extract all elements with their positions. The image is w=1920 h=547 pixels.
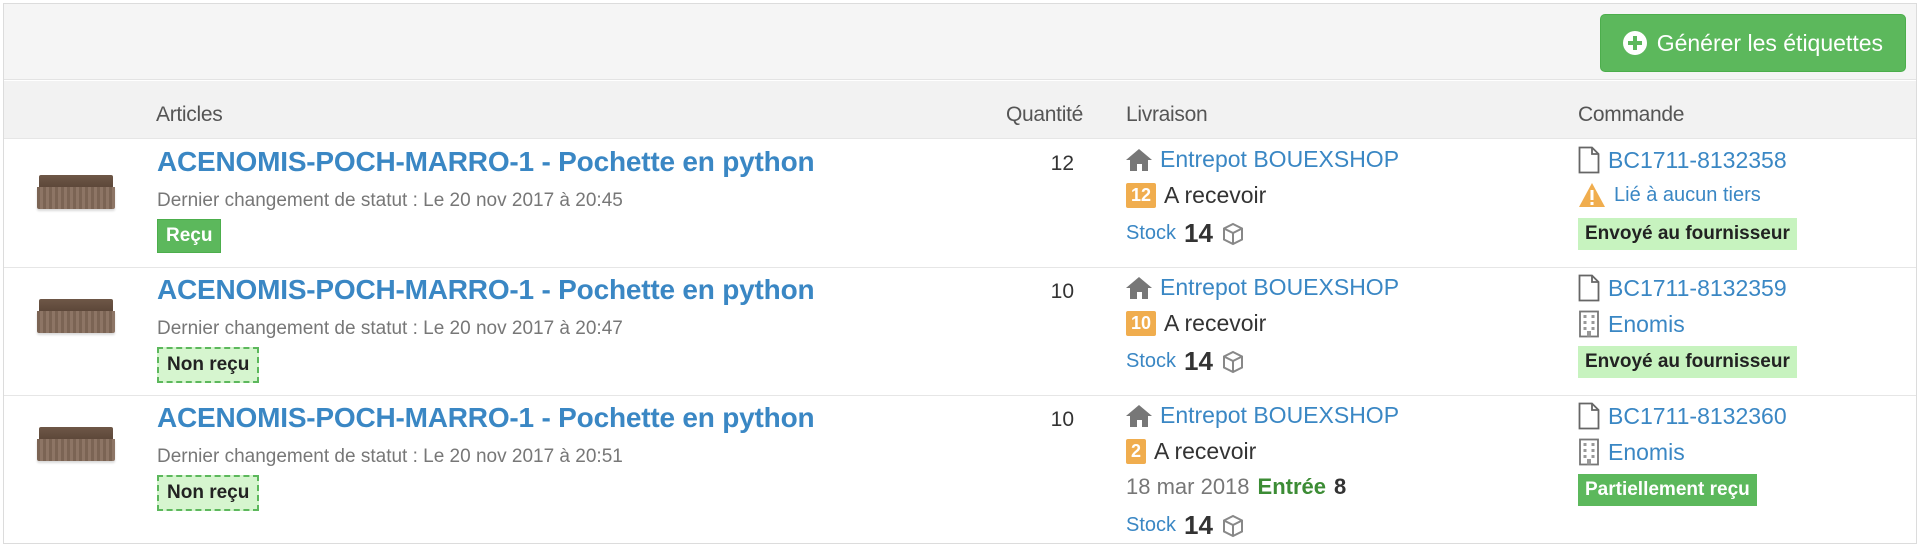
product-title-link[interactable]: ACENOMIS-POCH-MARRO-1 - Pochette en pyth… [157, 402, 815, 434]
entry-line: 18 mar 2018 Entrée 8 [1126, 474, 1346, 500]
to-receive-count-badge: 2 [1126, 439, 1147, 464]
to-receive-label: A recevoir [1164, 310, 1267, 336]
quantity-value: 10 [1050, 280, 1074, 303]
product-title-link[interactable]: ACENOMIS-POCH-MARRO-1 - Pochette en pyth… [157, 146, 815, 178]
building-icon [1579, 310, 1599, 338]
to-receive-line: 12 A recevoir [1126, 182, 1266, 209]
order-status-badge: Partiellement reçu [1578, 474, 1757, 506]
column-header-articles: Articles [156, 103, 223, 126]
status-change-text: Dernier changement de statut : Le 20 nov… [157, 190, 623, 211]
status-badge[interactable]: Non reçu [157, 475, 260, 511]
table-row: ACENOMIS-POCH-MARRO-1 - Pochette en pyth… [4, 140, 1916, 268]
stock-value: 14 [1184, 218, 1213, 248]
to-receive-line: 10 A recevoir [1126, 310, 1266, 337]
stock-line: Stock 14 [1126, 510, 1245, 541]
to-receive-count-badge: 12 [1126, 183, 1157, 208]
stock-line: Stock 14 [1126, 346, 1245, 377]
status-badge[interactable]: Non reçu [157, 347, 260, 383]
to-receive-label: A recevoir [1164, 182, 1267, 208]
building-icon [1579, 438, 1599, 466]
document-icon [1578, 146, 1600, 174]
order-line: BC1711-8132359 [1578, 274, 1787, 302]
stock-link[interactable]: Stock [1126, 350, 1176, 373]
column-header-quantite: Quantité [1006, 103, 1083, 126]
order-ref-link[interactable]: BC1711-8132359 [1608, 275, 1787, 302]
status-change-text: Dernier changement de statut : Le 20 nov… [157, 446, 623, 467]
quantity-value: 10 [1050, 408, 1074, 431]
warehouse-line: Entrepot BOUEXSHOP [1126, 146, 1399, 173]
stock-value: 14 [1184, 346, 1213, 376]
entry-label: Entrée [1257, 474, 1327, 499]
entry-value: 8 [1334, 474, 1347, 499]
document-icon [1578, 274, 1600, 302]
reception-panel: Générer les étiquettes Articles Quantité… [3, 3, 1917, 544]
cube-icon [1222, 514, 1243, 537]
home-icon [1126, 404, 1152, 427]
home-icon [1126, 148, 1152, 171]
product-thumbnail[interactable] [37, 427, 115, 463]
column-header-livraison: Livraison [1126, 103, 1208, 126]
order-line: BC1711-8132360 [1578, 402, 1787, 430]
stock-line: Stock 14 [1126, 218, 1245, 249]
entry-date: 18 mar 2018 [1126, 474, 1250, 499]
warehouse-link[interactable]: Entrepot BOUEXSHOP [1160, 146, 1399, 173]
order-ref-link[interactable]: BC1711-8132360 [1608, 403, 1787, 430]
table-row: ACENOMIS-POCH-MARRO-1 - Pochette en pyth… [4, 268, 1916, 396]
status-badge[interactable]: Reçu [157, 219, 222, 253]
warning-icon [1579, 183, 1605, 207]
status-change-text: Dernier changement de statut : Le 20 nov… [157, 318, 623, 339]
warehouse-link[interactable]: Entrepot BOUEXSHOP [1160, 402, 1399, 429]
product-thumbnail[interactable] [37, 175, 115, 211]
order-line: BC1711-8132358 [1578, 146, 1787, 174]
table-row: ACENOMIS-POCH-MARRO-1 - Pochette en pyth… [4, 396, 1916, 544]
plus-circle-icon [1622, 31, 1647, 55]
column-header-commande: Commande [1578, 103, 1685, 126]
to-receive-label: A recevoir [1154, 438, 1257, 464]
toolbar: Générer les étiquettes [4, 4, 1916, 80]
third-party-link[interactable]: Lié à aucun tiers [1614, 184, 1761, 207]
table-header: Articles Quantité Livraison Commande [4, 81, 1916, 139]
third-party-line: Enomis [1578, 438, 1685, 466]
quantity-value: 12 [1050, 152, 1074, 175]
third-party-link[interactable]: Enomis [1608, 311, 1685, 338]
warehouse-link[interactable]: Entrepot BOUEXSHOP [1160, 274, 1399, 301]
generate-labels-label: Générer les étiquettes [1656, 29, 1883, 56]
warehouse-line: Entrepot BOUEXSHOP [1126, 402, 1399, 429]
home-icon [1126, 276, 1152, 299]
order-status-badge: Envoyé au fournisseur [1578, 218, 1797, 250]
cube-icon [1222, 222, 1243, 245]
product-thumbnail[interactable] [37, 299, 115, 335]
third-party-line: Lié à aucun tiers [1578, 182, 1761, 208]
to-receive-line: 2 A recevoir [1126, 438, 1256, 465]
product-title-link[interactable]: ACENOMIS-POCH-MARRO-1 - Pochette en pyth… [157, 274, 815, 306]
third-party-link[interactable]: Enomis [1608, 439, 1685, 466]
generate-labels-button[interactable]: Générer les étiquettes [1599, 14, 1906, 72]
order-status-badge: Envoyé au fournisseur [1578, 346, 1797, 378]
stock-value: 14 [1184, 510, 1213, 540]
to-receive-count-badge: 10 [1126, 311, 1157, 336]
warehouse-line: Entrepot BOUEXSHOP [1126, 274, 1399, 301]
stock-link[interactable]: Stock [1126, 222, 1176, 245]
stock-link[interactable]: Stock [1126, 514, 1176, 537]
order-ref-link[interactable]: BC1711-8132358 [1608, 147, 1787, 174]
document-icon [1578, 402, 1600, 430]
cube-icon [1222, 350, 1243, 373]
third-party-line: Enomis [1578, 310, 1685, 338]
